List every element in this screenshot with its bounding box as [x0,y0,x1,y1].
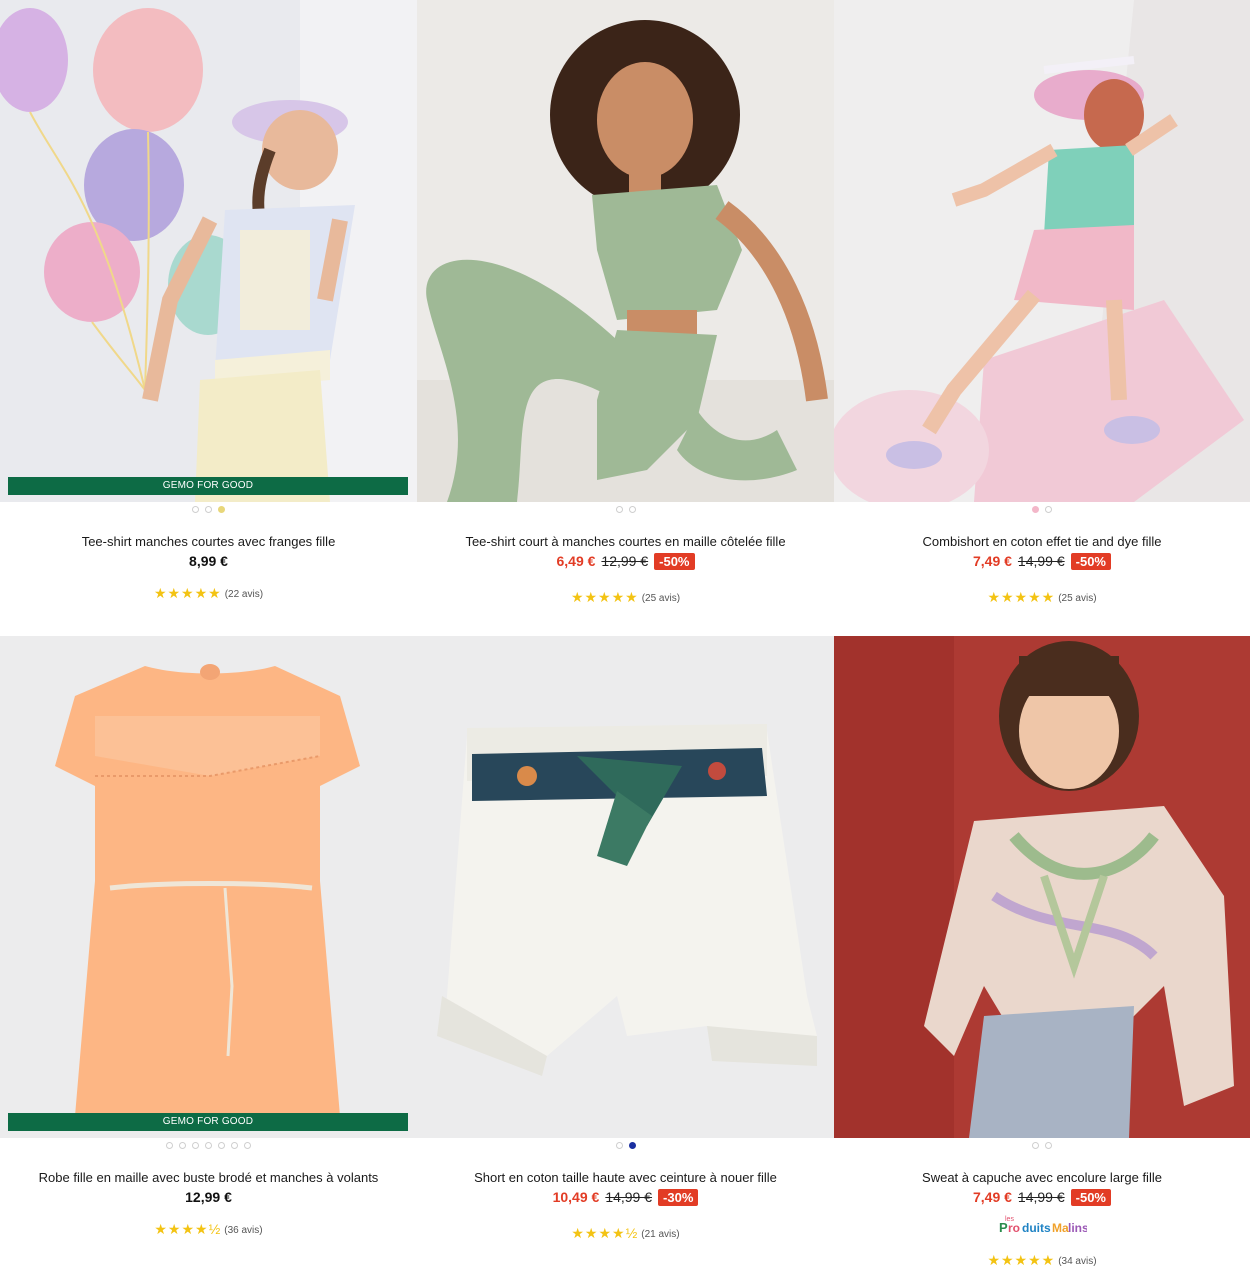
discount-badge: -30% [658,1189,699,1206]
carousel-dot-active[interactable] [218,506,225,513]
produits-malins-logo-icon: P ro duits Ma lins les [999,1216,1089,1235]
carousel-dot[interactable] [192,1142,199,1149]
carousel-dot[interactable] [231,1142,238,1149]
discount-badge: -50% [1070,553,1111,570]
product-image[interactable]: GEMO FOR GOOD [0,636,417,1138]
review-count: (25 avis) [641,593,681,604]
carousel-dot[interactable] [1045,506,1052,513]
star-rating-icon: ★★★★½ [154,1221,222,1237]
carousel-dot[interactable] [615,1142,623,1149]
svg-text:duits: duits [1022,1221,1051,1235]
review-count: (36 avis) [224,1225,263,1236]
price: 10,49 € 14,99 € -30% [417,1189,834,1206]
product-name[interactable]: Sweat à capuche avec encolure large fill… [834,1170,1250,1185]
rating: ★★★★★ (25 avis) [417,589,834,606]
carousel-dot[interactable] [628,506,636,513]
product-name[interactable]: Short en coton taille haute avec ceintur… [417,1170,834,1185]
product-image[interactable]: GEMO FOR GOOD [0,0,417,502]
carousel-dot[interactable] [205,506,212,513]
product-image[interactable] [417,0,834,502]
carousel-dot[interactable] [615,506,623,513]
product-card[interactable]: Combishort en coton effet tie and dye fi… [834,0,1250,636]
rating: ★★★★½ (36 avis) [0,1221,417,1238]
product-image[interactable] [834,636,1250,1138]
price-old: 14,99 € [1017,1189,1065,1205]
carousel-dot[interactable] [218,1142,225,1149]
product-card[interactable]: GEMO FOR GOOD Robe fille en maille avec … [0,636,417,1266]
review-count: (34 avis) [1058,1256,1097,1266]
carousel-dot[interactable] [179,1142,186,1149]
product-grid: GEMO FOR GOOD Tee-shirt manches courtes … [0,0,1250,1266]
product-card[interactable]: GEMO FOR GOOD Tee-shirt manches courtes … [0,0,417,636]
carousel-dot[interactable] [192,506,199,513]
price-regular: 8,99 € [189,553,228,569]
discount-badge: -50% [1070,1189,1111,1206]
star-rating-icon: ★★★★★ [987,589,1056,605]
price: 8,99 € [0,553,417,569]
image-carousel-dots[interactable] [0,1142,417,1150]
price-sale: 6,49 € [556,553,596,569]
carousel-dot[interactable] [205,1142,212,1149]
product-card[interactable]: Short en coton taille haute avec ceintur… [417,636,834,1266]
price-sale: 10,49 € [552,1189,600,1205]
star-rating-icon: ★★★★★ [987,1252,1056,1266]
price-old: 12,99 € [601,553,649,569]
product-name[interactable]: Combishort en coton effet tie and dye fi… [834,534,1250,549]
image-carousel-dots[interactable] [834,1142,1250,1150]
gemo-for-good-badge: GEMO FOR GOOD [8,1113,408,1131]
price-sale: 7,49 € [972,553,1012,569]
star-rating-icon: ★★★★★ [570,589,639,605]
product-name[interactable]: Tee-shirt court à manches courtes en mai… [417,534,834,549]
review-count: (22 avis) [224,589,264,600]
carousel-dot-active[interactable] [1032,506,1039,513]
price-sale: 7,49 € [972,1189,1012,1205]
rating: ★★★★½ (21 avis) [417,1225,834,1242]
brand-logo: P ro duits Ma lins les [834,1213,1250,1244]
price: 12,99 € [0,1189,417,1205]
price-old: 14,99 € [1017,553,1065,569]
product-name[interactable]: Robe fille en maille avec buste brodé et… [0,1170,417,1185]
star-rating-icon: ★★★★★ [153,585,222,601]
price: 6,49 € 12,99 € -50% [417,553,834,570]
product-image[interactable] [834,0,1250,502]
svg-text:ro: ro [1008,1221,1020,1235]
svg-text:lins: lins [1068,1221,1087,1235]
image-carousel-dots[interactable] [0,506,417,514]
product-card[interactable]: Sweat à capuche avec encolure large fill… [834,636,1250,1266]
review-count: (21 avis) [641,1229,680,1240]
gemo-for-good-badge: GEMO FOR GOOD [8,477,408,495]
image-carousel-dots[interactable] [417,1142,834,1150]
price: 7,49 € 14,99 € -50% [834,553,1250,570]
price-old: 14,99 € [605,1189,653,1205]
carousel-dot[interactable] [244,1142,251,1149]
svg-text:les: les [1005,1216,1014,1223]
review-count: (25 avis) [1058,593,1097,604]
rating: ★★★★★ (22 avis) [0,585,417,602]
carousel-dot-active[interactable] [628,1142,636,1149]
carousel-dot[interactable] [1032,1142,1039,1149]
image-carousel-dots[interactable] [834,506,1250,514]
price-regular: 12,99 € [185,1189,232,1205]
product-image[interactable] [417,636,834,1138]
svg-text:Ma: Ma [1052,1221,1069,1235]
carousel-dot[interactable] [166,1142,173,1149]
price: 7,49 € 14,99 € -50% [834,1189,1250,1206]
carousel-dot[interactable] [1045,1142,1052,1149]
product-name[interactable]: Tee-shirt manches courtes avec franges f… [0,534,417,549]
rating: ★★★★★ (34 avis) [834,1252,1250,1266]
rating: ★★★★★ (25 avis) [834,589,1250,606]
product-card[interactable]: Tee-shirt court à manches courtes en mai… [417,0,834,636]
discount-badge: -50% [654,553,695,570]
star-rating-icon: ★★★★½ [571,1225,639,1241]
image-carousel-dots[interactable] [417,506,834,514]
